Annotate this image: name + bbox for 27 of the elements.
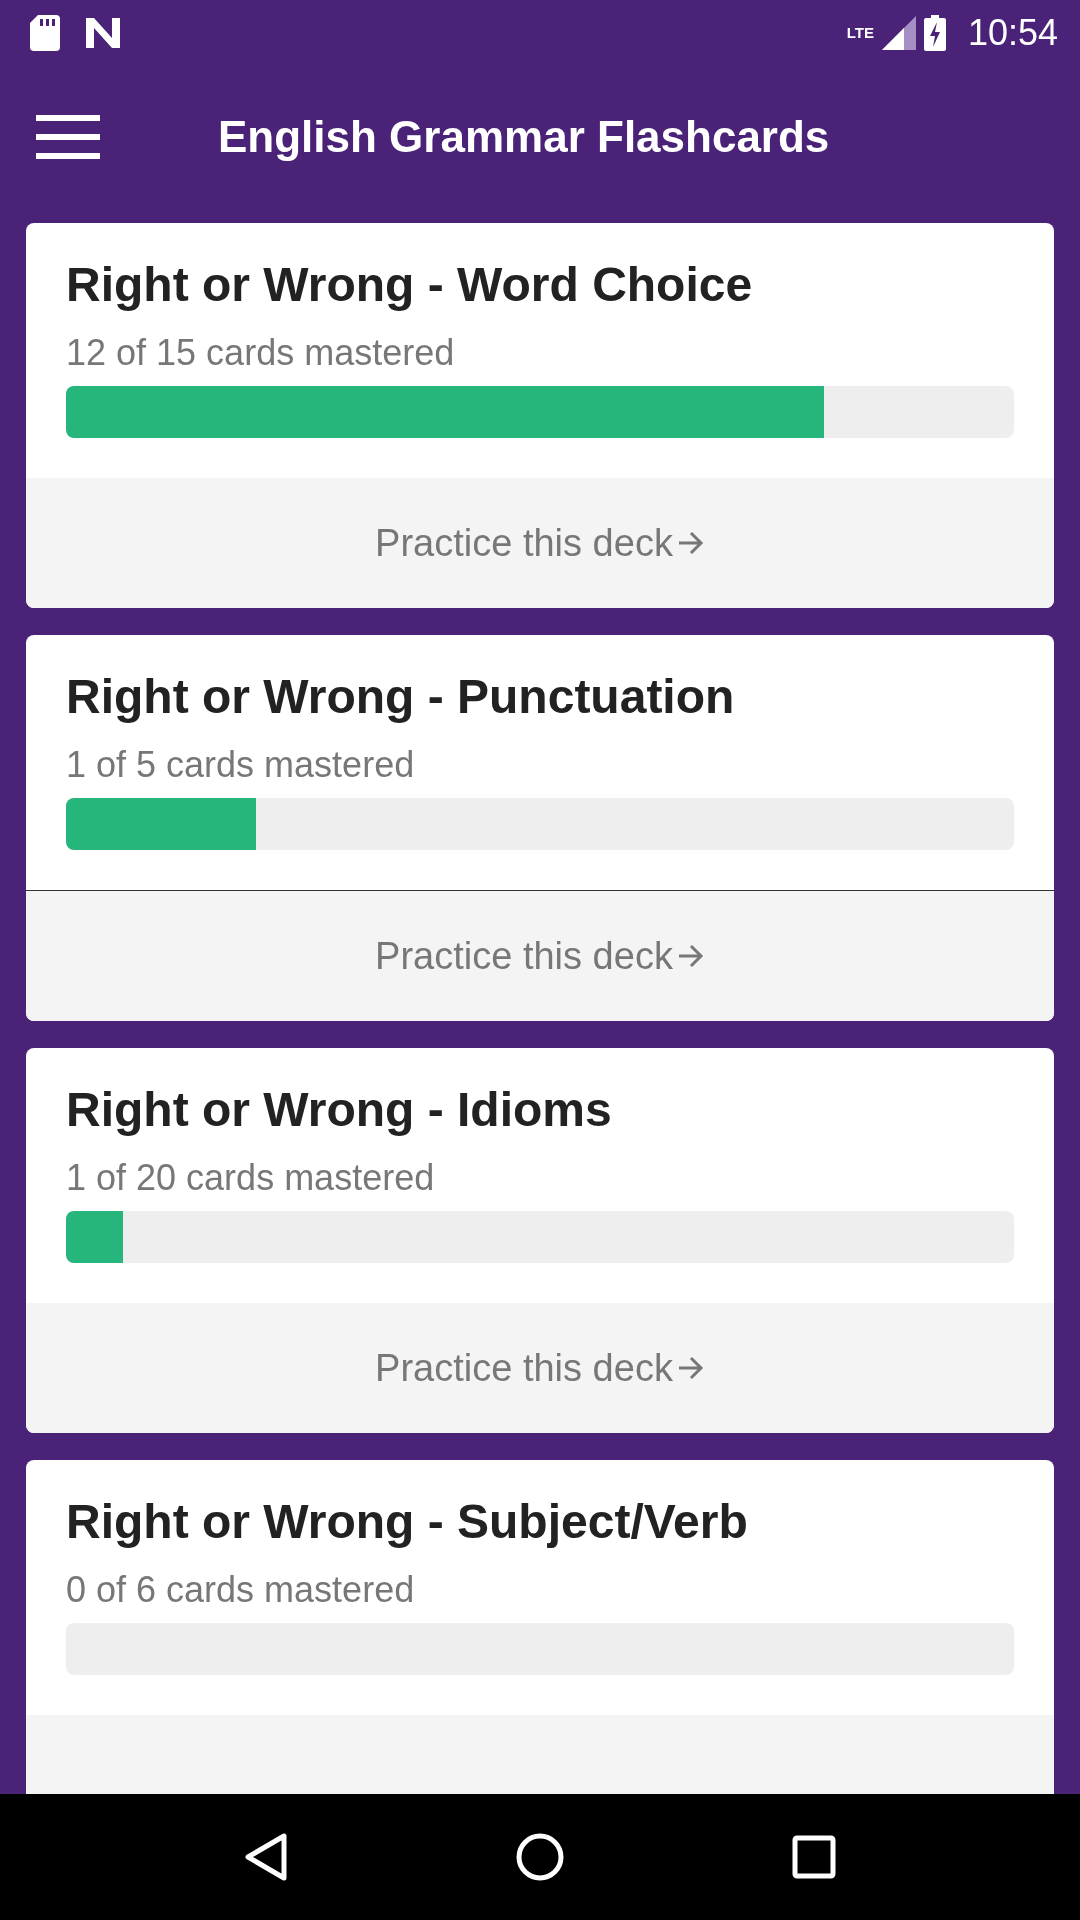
practice-link[interactable]: Practice this deck — [375, 1346, 673, 1390]
progress-text: 12 of 15 cards mastered — [66, 332, 456, 374]
clock: 10:54 — [967, 12, 1058, 54]
arrow-icon — [676, 1355, 705, 1381]
recents-icon[interactable] — [792, 1835, 837, 1879]
practice-link[interactable]: Practice this deck — [375, 934, 673, 978]
deck-footer[interactable]: Practice this deck — [26, 478, 1054, 608]
progress-text: 0 of 6 cards mastered — [66, 1569, 416, 1611]
sd-card-icon — [30, 15, 60, 51]
back-icon[interactable] — [243, 1832, 288, 1882]
deck-title: Right or Wrong - Subject/Verb — [66, 1494, 749, 1549]
network-type: LTE — [846, 24, 874, 41]
arrow-icon — [676, 530, 705, 556]
app-title: English Grammar Flashcards — [218, 112, 830, 162]
deck-title: Right or Wrong - Word Choice — [66, 257, 754, 312]
signal-icon — [881, 16, 916, 50]
progress-text: 1 of 5 cards mastered — [66, 744, 416, 786]
practice-link[interactable]: Practice this deck — [375, 521, 673, 565]
arrow-icon — [676, 943, 705, 969]
deck-footer[interactable]: Practice this deck — [26, 890, 1054, 1021]
menu-icon[interactable] — [36, 115, 100, 159]
deck-title: Right or Wrong - Idioms — [66, 1082, 613, 1137]
home-icon[interactable] — [515, 1832, 565, 1882]
battery-charging-icon — [923, 15, 946, 51]
deck-footer[interactable]: Practice this deck — [26, 1303, 1054, 1433]
deck-title: Right or Wrong - Punctuation — [66, 669, 736, 724]
progress-text: 1 of 20 cards mastered — [66, 1157, 436, 1199]
